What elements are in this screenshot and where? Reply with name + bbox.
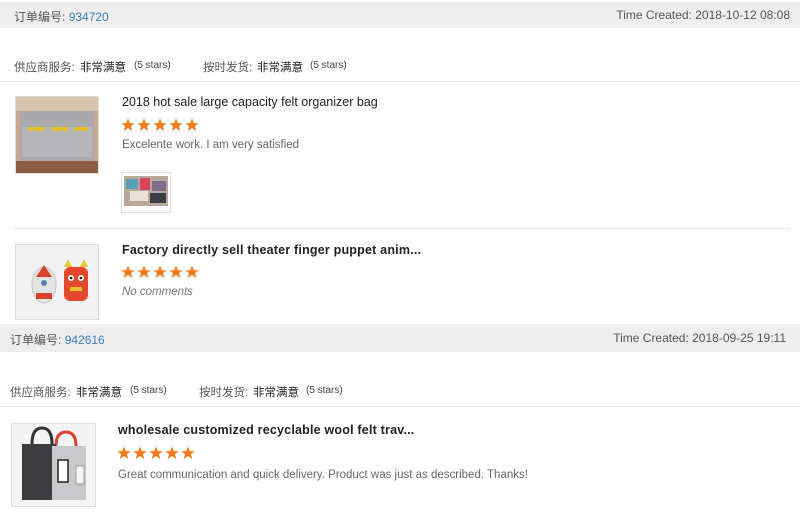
divider <box>14 228 790 229</box>
supplier-service-stars: (5 stars) <box>130 385 167 396</box>
felt-organizer-bag-icon <box>16 97 98 173</box>
order-number-label: 订单编号: <box>14 10 66 24</box>
star-icon <box>153 265 167 278</box>
review-comment: Great communication and quick delivery. … <box>118 469 528 481</box>
review-photo-icon <box>122 173 170 212</box>
shipping-value: 非常满意 <box>257 62 303 74</box>
supplier-service-label: 供应商服务: <box>14 62 75 74</box>
product-thumbnail[interactable] <box>15 96 99 174</box>
star-icon <box>121 118 135 131</box>
shipping-stars: (5 stars) <box>306 385 343 396</box>
product-thumbnail[interactable] <box>15 244 99 320</box>
star-rating <box>121 265 199 278</box>
supplier-service-label: 供应商服务: <box>10 387 71 399</box>
star-icon <box>149 446 163 459</box>
product-title[interactable]: Factory directly sell theater finger pup… <box>122 243 421 257</box>
order-number-link[interactable]: 934720 <box>69 10 109 24</box>
star-icon <box>165 446 179 459</box>
product-thumbnail[interactable] <box>11 423 96 507</box>
shipping-label: 按时发货: <box>203 62 253 74</box>
order-header: 订单编号: 934720 Time Created: 2018-10-12 08… <box>0 2 800 28</box>
star-rating <box>117 446 195 459</box>
star-icon <box>185 118 199 131</box>
star-icon <box>181 446 195 459</box>
order-ratings: 供应商服务: 非常满意 (5 stars) 按时发货: 非常满意 (5 star… <box>0 55 800 75</box>
star-icon <box>117 446 131 459</box>
shipping-stars: (5 stars) <box>310 60 347 71</box>
star-icon <box>133 446 147 459</box>
finger-puppet-icon <box>16 245 98 319</box>
supplier-service-value: 非常满意 <box>76 387 122 399</box>
star-icon <box>137 265 151 278</box>
order-ratings: 供应商服务: 非常满意 (5 stars) 按时发货: 非常满意 (5 star… <box>0 380 800 400</box>
product-title[interactable]: wholesale customized recyclable wool fel… <box>118 423 414 437</box>
product-title[interactable]: 2018 hot sale large capacity felt organi… <box>122 95 378 109</box>
star-icon <box>121 265 135 278</box>
supplier-service-stars: (5 stars) <box>134 60 171 71</box>
felt-tote-bag-icon <box>12 424 95 506</box>
star-icon <box>169 118 183 131</box>
order-header: 订单编号: 942616 Time Created: 2018-09-25 19… <box>0 324 800 352</box>
star-rating <box>121 118 199 131</box>
order-number-link[interactable]: 942616 <box>65 333 105 347</box>
star-icon <box>137 118 151 131</box>
time-created: Time Created: 2018-10-12 08:08 <box>616 8 790 22</box>
order-number-label: 订单编号: <box>10 333 62 347</box>
star-icon <box>153 118 167 131</box>
shipping-value: 非常满意 <box>253 387 299 399</box>
divider <box>0 81 800 82</box>
review-photo[interactable] <box>121 172 171 213</box>
supplier-service-value: 非常满意 <box>80 62 126 74</box>
star-icon <box>185 265 199 278</box>
review-comment: Excelente work. I am very satisfied <box>122 139 300 151</box>
star-icon <box>169 265 183 278</box>
time-created: Time Created: 2018-09-25 19:11 <box>613 331 786 345</box>
shipping-label: 按时发货: <box>199 387 249 399</box>
divider <box>0 406 800 407</box>
review-comment: No comments <box>122 286 193 298</box>
